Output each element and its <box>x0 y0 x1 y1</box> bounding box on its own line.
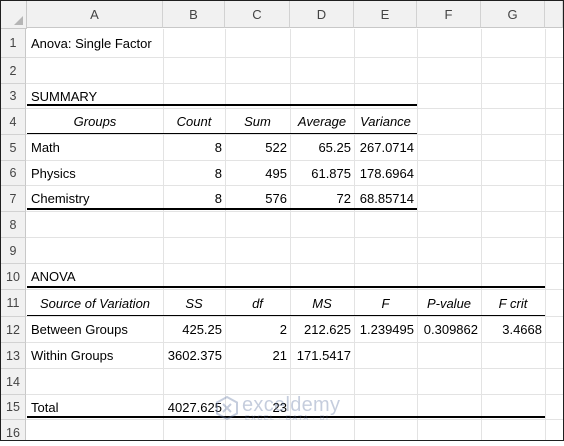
summary-sum-cell: 522 <box>265 140 287 155</box>
summary-header-sum: Sum <box>244 114 271 129</box>
anova-ss-cell: 425.25 <box>182 322 222 337</box>
anova-f-cell: 1.239495 <box>359 322 414 337</box>
gridline <box>225 29 226 441</box>
gridline <box>354 29 355 441</box>
anova-df-cell: 21 <box>272 348 287 363</box>
column-header-row: A B C D E F G <box>0 0 564 29</box>
gridline <box>481 29 482 441</box>
anova-p-value-cell: 0.309862 <box>423 322 478 337</box>
summary-sum-cell: 495 <box>265 166 287 181</box>
row-header-3[interactable]: 3 <box>1 84 26 109</box>
summary-header-variance: Variance <box>360 114 411 129</box>
summary-header-average: Average <box>297 114 347 129</box>
gridline <box>26 263 564 264</box>
gridline <box>163 29 164 441</box>
row-header-5[interactable]: 5 <box>1 135 26 161</box>
gridline <box>417 29 418 441</box>
exceldemy-watermark: exceldemy EXCEL · DATA · BI <box>212 394 372 425</box>
row-header-4[interactable]: 4 <box>1 109 26 135</box>
column-header-g[interactable]: G <box>481 1 545 28</box>
row-header-10[interactable]: 10 <box>1 264 26 290</box>
gridline <box>26 83 564 84</box>
summary-header-count: Count <box>176 114 212 129</box>
summary-top-rule <box>27 104 417 106</box>
column-header-f[interactable]: F <box>417 1 481 28</box>
column-header-a[interactable]: A <box>27 1 163 28</box>
row-header-6[interactable]: 6 <box>1 161 26 186</box>
summary-header-rule <box>27 133 417 134</box>
exceldemy-logo-icon <box>216 395 238 421</box>
row-header-12[interactable]: 12 <box>1 317 26 343</box>
summary-variance-cell: 267.0714 <box>359 140 414 155</box>
anova-header-source: Source of Variation <box>39 296 151 311</box>
gridline <box>290 29 291 441</box>
summary-variance-cell: 178.6964 <box>359 166 414 181</box>
anova-header-f-crit: F crit <box>498 296 528 311</box>
summary-count-cell: 8 <box>214 140 222 155</box>
row-header-15[interactable]: 15 <box>1 395 26 420</box>
row-header-16[interactable]: 16 <box>1 420 26 441</box>
anova-df-cell: 2 <box>279 322 287 337</box>
anova-header-f: F <box>381 296 390 311</box>
select-all-triangle-icon <box>14 16 23 25</box>
column-header-c[interactable]: C <box>225 1 290 28</box>
column-header-h-partial[interactable] <box>545 1 563 28</box>
gridline <box>545 29 546 441</box>
watermark-tagline: EXCEL · DATA · BI <box>245 415 330 422</box>
row-header-14[interactable]: 14 <box>1 369 26 395</box>
anova-ms-cell: 171.5417 <box>296 348 351 363</box>
summary-count-cell: 8 <box>214 166 222 181</box>
row-header-1[interactable]: 1 <box>1 29 26 58</box>
anova-f-crit-cell: 3.4668 <box>502 322 542 337</box>
anova-source-name: Within Groups <box>31 348 114 363</box>
summary-group-name: Math <box>31 140 60 155</box>
anova-header-rule <box>27 315 545 316</box>
row-header-8[interactable]: 8 <box>1 212 26 238</box>
summary-bottom-rule <box>27 208 417 210</box>
column-header-e[interactable]: E <box>354 1 417 28</box>
anova-title: Anova: Single Factor <box>31 36 152 51</box>
summary-average-cell: 65.25 <box>318 140 351 155</box>
column-header-b[interactable]: B <box>163 1 225 28</box>
anova-ms-cell: 212.625 <box>304 322 351 337</box>
sheet-border <box>0 0 564 441</box>
anova-header-ms: MS <box>312 296 332 311</box>
column-header-d[interactable]: D <box>290 1 354 28</box>
anova-top-rule <box>27 286 545 288</box>
summary-average-cell: 61.875 <box>311 166 351 181</box>
summary-group-name: Physics <box>31 166 76 181</box>
anova-header-p-value: P-value <box>426 296 472 311</box>
anova-source-name: Between Groups <box>31 322 128 337</box>
spreadsheet: A B C D E F G 1 2 3 4 5 6 7 8 9 10 11 12… <box>0 0 564 441</box>
row-header-7[interactable]: 7 <box>1 186 26 212</box>
row-header-9[interactable]: 9 <box>1 238 26 264</box>
anova-header-ss: SS <box>185 296 203 311</box>
anova-header-df: df <box>252 296 263 311</box>
summary-header-groups: Groups <box>73 114 117 129</box>
select-all-button[interactable] <box>1 1 27 29</box>
row-header-2[interactable]: 2 <box>1 58 26 84</box>
anova-ss-cell: 3602.375 <box>167 348 222 363</box>
row-header-13[interactable]: 13 <box>1 343 26 369</box>
gridline <box>26 237 564 238</box>
row-header-11[interactable]: 11 <box>1 290 26 317</box>
watermark-name: exceldemy <box>242 394 341 416</box>
